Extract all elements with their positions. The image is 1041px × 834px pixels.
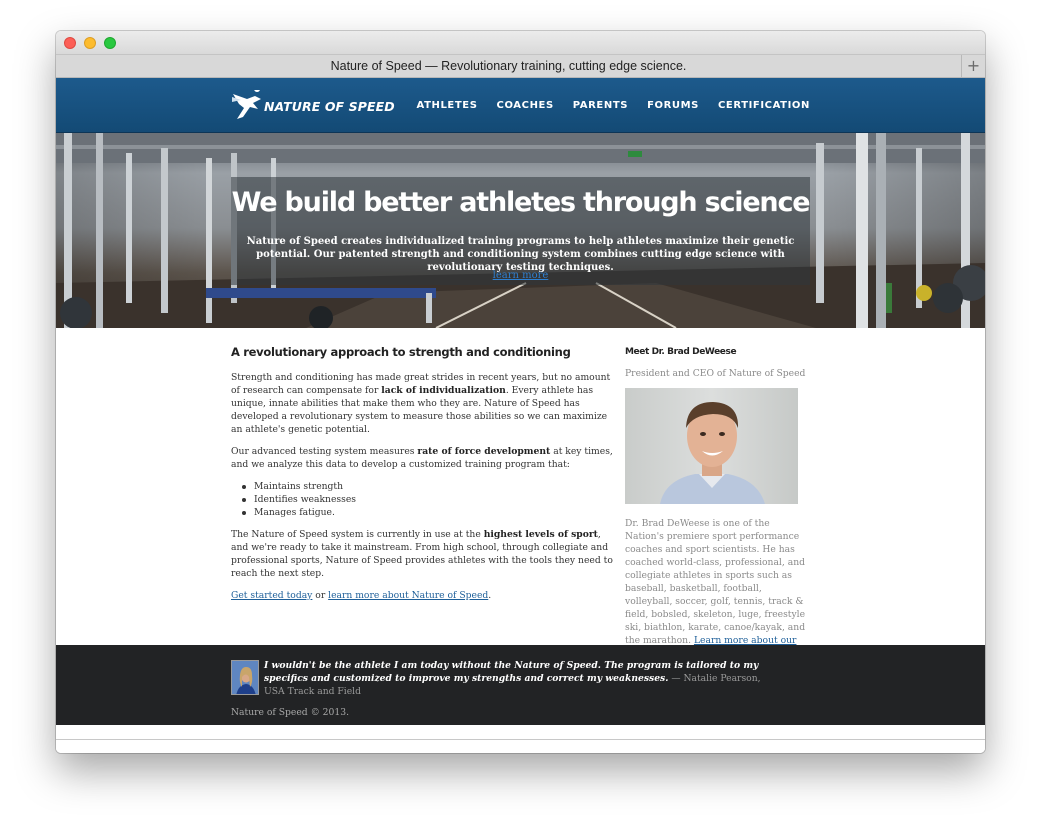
site-footer: I wouldn't be the athlete I am today wit… [56,645,985,725]
program-benefits-list: Maintains strength Identifies weaknesses… [242,480,616,519]
hero-title: We build better athletes through science [231,187,811,218]
close-window-button[interactable] [64,37,76,49]
site-logo[interactable]: NATURE OF SPEED [231,90,406,122]
hero-description: Nature of Speed creates individualized t… [246,236,795,273]
browser-window: Nature of Speed — Revolutionary training… [56,31,985,753]
site-navbar: NATURE OF SPEED ATHLETES COACHES PARENTS… [56,78,985,133]
emphasis-individualization: lack of individualization [381,385,506,396]
title-bar [56,31,985,54]
intro-paragraph: Strength and conditioning has made great… [231,372,611,435]
emphasis-highest-levels: highest levels of sport [483,529,598,540]
testimonial-quote: I wouldn't be the athlete I am today wit… [264,660,761,697]
learn-more-about-link[interactable]: learn more about Nature of Speed [328,590,488,601]
main-column: A revolutionary approach to strength and… [231,328,616,602]
copyright-text: Nature of Speed © 2013. [231,707,349,718]
sidebar: Meet Dr. Brad DeWeese President and CEO … [625,328,810,660]
section-heading: A revolutionary approach to strength and… [231,345,571,359]
nav-link-certification[interactable]: CERTIFICATION [699,78,810,133]
web-page: NATURE OF SPEED ATHLETES COACHES PARENTS… [56,78,985,753]
minimize-window-button[interactable] [84,37,96,49]
call-to-action: Get started today or learn more about Na… [231,590,492,601]
usage-paragraph: The Nature of Speed system is currently … [231,529,613,579]
nav-link-forums[interactable]: FORUMS [628,78,699,133]
main-nav: ATHLETES COACHES PARENTS FORUMS CERTIFIC… [398,78,811,133]
new-tab-button[interactable]: + [961,55,985,77]
nav-link-coaches[interactable]: COACHES [478,78,554,133]
list-item: Manages fatigue. [242,506,616,519]
list-item: Identifies weaknesses [242,493,616,506]
get-started-link[interactable]: Get started today [231,590,312,601]
sidebar-role: President and CEO of Nature of Speed [625,368,806,379]
sidebar-heading: Meet Dr. Brad DeWeese [625,347,737,357]
hero-banner: We build better athletes through science… [56,133,985,328]
nav-link-parents[interactable]: PARENTS [554,78,628,133]
sidebar-bio: Dr. Brad DeWeese is one of the Nation's … [625,517,810,660]
athlete-photo-icon [232,661,258,694]
nav-link-athletes[interactable]: ATHLETES [398,78,478,133]
testing-paragraph: Our advanced testing system measures rat… [231,446,613,470]
logo-wordmark: NATURE OF SPEED [264,99,395,114]
person-photo-icon [660,402,765,504]
testimonial-avatar [231,660,259,695]
hero-overlay: We build better athletes through science… [231,177,811,285]
tab-bar: Nature of Speed — Revolutionary training… [56,54,985,78]
maximize-window-button[interactable] [104,37,116,49]
active-tab-title[interactable]: Nature of Speed — Revolutionary training… [56,55,961,77]
portrait-photo [625,388,798,504]
hero-learn-more-link[interactable]: learn more [493,270,549,281]
list-item: Maintains strength [242,480,616,493]
divider [56,739,985,740]
content-area: A revolutionary approach to strength and… [56,328,985,659]
emphasis-force-development: rate of force development [417,446,551,457]
